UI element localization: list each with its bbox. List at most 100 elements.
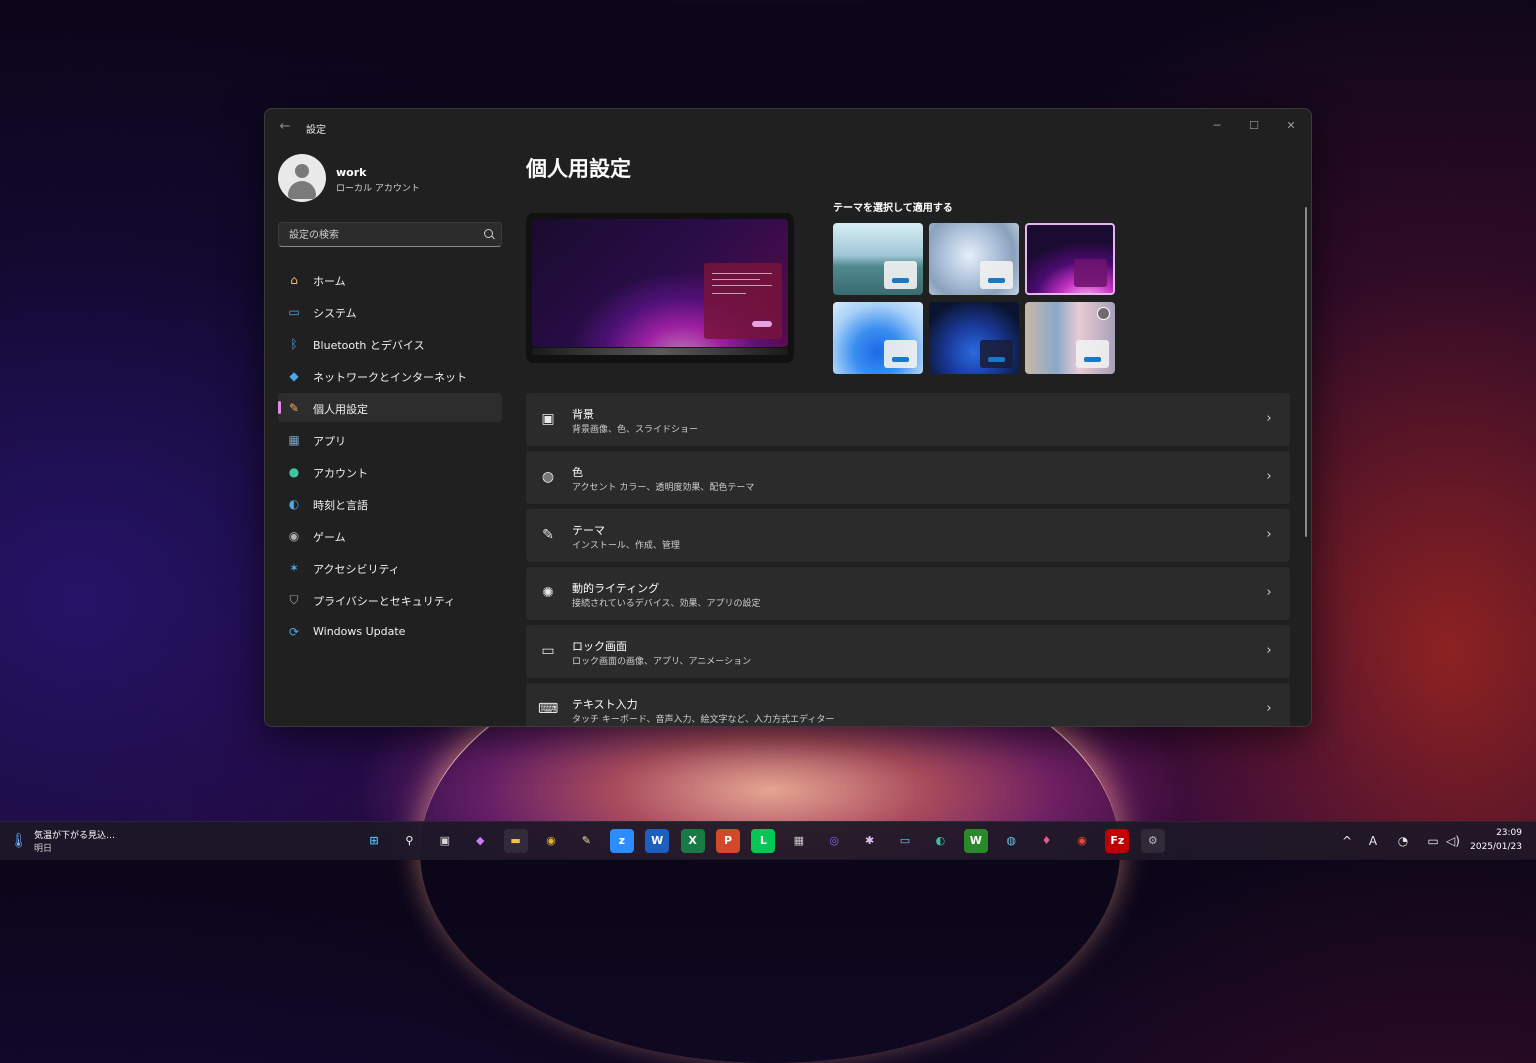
ime-icon[interactable]: A bbox=[1364, 831, 1382, 851]
shield-icon: ⛉ bbox=[289, 593, 299, 607]
sidebar-item-label: ネットワークとインターネット bbox=[313, 371, 467, 384]
notepad-icon[interactable]: ✎ bbox=[574, 829, 598, 853]
weather-widget-text[interactable]: 気温が下がる見込… bbox=[34, 828, 115, 841]
droplet-icon[interactable]: ♦ bbox=[1035, 829, 1059, 853]
powerpoint-icon[interactable]: P bbox=[716, 829, 740, 853]
theme-spotlight[interactable] bbox=[1025, 302, 1115, 374]
excel-icon[interactable]: X bbox=[680, 829, 705, 853]
sidebar-item[interactable]: ✎ 個人用設定 bbox=[278, 393, 502, 422]
network-icon[interactable]: ▭ bbox=[1424, 831, 1442, 851]
sidebar-item[interactable]: ⌂ ホーム bbox=[278, 265, 502, 294]
chevron-right-icon: › bbox=[1266, 643, 1272, 658]
messenger-icon[interactable]: ◎ bbox=[822, 829, 846, 853]
settings-row-title: 色 bbox=[572, 466, 583, 479]
settings-row-subtitle: インストール、作成、管理 bbox=[572, 541, 680, 551]
search-icon[interactable]: ⚲ bbox=[397, 829, 421, 853]
focus-icon[interactable]: ◔ bbox=[1394, 831, 1412, 851]
settings-search-box[interactable] bbox=[278, 222, 502, 247]
app-title: 設定 bbox=[306, 125, 326, 136]
search-input[interactable] bbox=[287, 227, 471, 244]
sidebar-item[interactable]: ● アカウント bbox=[278, 457, 502, 486]
chrome-alt-icon[interactable]: ◉ bbox=[1070, 829, 1094, 853]
settings-row-subtitle: タッチ キーボード、音声入力、絵文字など、入力方式エディター bbox=[572, 715, 835, 725]
weather-widget-subtext[interactable]: 明日 bbox=[34, 841, 52, 854]
settings-row[interactable]: ▣ 背景 背景画像、色、スライドショー › bbox=[526, 393, 1290, 446]
clock-time[interactable]: 23:09 bbox=[1496, 828, 1522, 838]
settings-row-subtitle: 接続されているデバイス、効果、アプリの設定 bbox=[572, 599, 761, 609]
image-icon: ▣ bbox=[541, 411, 555, 427]
edge-icon[interactable]: ◐ bbox=[928, 829, 952, 853]
theme-preview bbox=[526, 213, 794, 363]
account-type: ローカル アカウント bbox=[336, 184, 420, 194]
sidebar-item-label: アカウント bbox=[313, 467, 368, 480]
sidebar-nav: ⌂ ホーム ▭ システム ᛒ Bluetooth とデバイス ◆ ネットワークとインターネット… bbox=[278, 265, 502, 649]
clock-date[interactable]: 2025/01/23 bbox=[1470, 842, 1522, 852]
chevron-right-icon: › bbox=[1266, 701, 1272, 716]
scrollbar[interactable] bbox=[1305, 207, 1307, 537]
sidebar-item-label: プライバシーとセキュリティ bbox=[313, 595, 456, 608]
sidebar-item[interactable]: ▭ システム bbox=[278, 297, 502, 326]
theme-windows-light[interactable] bbox=[833, 302, 923, 374]
preview-accent-button bbox=[752, 321, 772, 327]
globe-icon[interactable]: ◍ bbox=[999, 829, 1023, 853]
system-icon: ▭ bbox=[288, 305, 300, 319]
sidebar-item[interactable]: ⟳ Windows Update bbox=[278, 617, 502, 646]
close-button[interactable]: ✕ bbox=[1276, 115, 1306, 137]
settings-row[interactable]: ⌨ テキスト入力タッチ キーボード、音声入力、絵文字など、入力方式エディター › bbox=[526, 683, 1290, 726]
themes-label: テーマを選択して適用する bbox=[833, 203, 953, 214]
avatar-person-icon bbox=[295, 164, 309, 178]
settings-row-title: ロック画面 bbox=[572, 640, 627, 653]
remote-desktop-icon[interactable]: ▭ bbox=[893, 829, 917, 853]
settings-gear-icon[interactable]: ⚙ bbox=[1140, 829, 1165, 853]
settings-row[interactable]: ◍ 色アクセント カラー、透明度効果、配色テーマ › bbox=[526, 451, 1290, 504]
sidebar-item[interactable]: ▦ アプリ bbox=[278, 425, 502, 454]
sidebar-item[interactable]: ◐ 時刻と言語 bbox=[278, 489, 502, 518]
sidebar-item-label: ホーム bbox=[313, 275, 346, 288]
sidebar-item-label: アクセシビリティ bbox=[313, 563, 400, 576]
show-hidden-icons-icon[interactable]: ^ bbox=[1338, 831, 1356, 851]
sidebar-item[interactable]: ᛒ Bluetooth とデバイス bbox=[278, 329, 502, 358]
copilot-icon[interactable]: ◆ bbox=[468, 829, 492, 853]
sidebar-item-label: アプリ bbox=[313, 435, 346, 448]
settings-row[interactable]: ▭ ロック画面ロック画面の画像、アプリ、アニメーション › bbox=[526, 625, 1290, 678]
theme-captured-motion[interactable] bbox=[929, 223, 1019, 295]
theme-windows-glow-dark[interactable] bbox=[1025, 223, 1115, 295]
sidebar-item[interactable]: ⛉ プライバシーとセキュリティ bbox=[278, 585, 502, 614]
gamepad-icon: ◉ bbox=[288, 529, 300, 543]
wifi-icon: ◆ bbox=[289, 369, 299, 383]
settings-row[interactable]: ✎ テーマ インストール、作成、管理 › bbox=[526, 509, 1290, 562]
theme-mini-window bbox=[884, 340, 917, 368]
apps-icon: ▦ bbox=[288, 433, 300, 447]
minimize-button[interactable]: ─ bbox=[1202, 115, 1232, 137]
accessibility-icon: ✶ bbox=[288, 561, 300, 575]
maximize-button[interactable]: ☐ bbox=[1239, 115, 1269, 137]
file-explorer-icon[interactable]: ▬ bbox=[503, 829, 528, 853]
volume-icon[interactable]: ◁) bbox=[1444, 831, 1462, 851]
search-icon[interactable] bbox=[484, 229, 493, 238]
back-arrow-icon[interactable]: ← bbox=[277, 119, 293, 135]
slack-icon[interactable]: ✱ bbox=[858, 829, 882, 853]
chrome-icon[interactable]: ◉ bbox=[539, 829, 563, 853]
sidebar-item[interactable]: ✶ アクセシビリティ bbox=[278, 553, 502, 582]
calculator-icon[interactable]: ▦ bbox=[787, 829, 811, 853]
zoom-icon[interactable]: z bbox=[609, 829, 634, 853]
sidebar-item[interactable]: ◆ ネットワークとインターネット bbox=[278, 361, 502, 390]
w-app-icon[interactable]: W bbox=[963, 829, 988, 853]
filezilla-icon[interactable]: Fz bbox=[1105, 829, 1130, 853]
sidebar-item-label: 個人用設定 bbox=[313, 403, 368, 416]
sidebar-item[interactable]: ◉ ゲーム bbox=[278, 521, 502, 550]
task-view-icon[interactable]: ▣ bbox=[433, 829, 457, 853]
settings-row-title: テキスト入力 bbox=[572, 698, 638, 711]
avatar[interactable] bbox=[278, 154, 326, 202]
keyboard-icon: ⌨ bbox=[538, 701, 559, 717]
settings-row[interactable]: ✺ 動的ライティング 接続されているデバイス、効果、アプリの設定 › bbox=[526, 567, 1290, 620]
theme-glow-lake[interactable] bbox=[833, 223, 923, 295]
word-icon[interactable]: W bbox=[645, 829, 670, 853]
preview-taskbar bbox=[532, 348, 788, 355]
line-icon[interactable]: L bbox=[751, 829, 776, 853]
thermometer-icon[interactable]: 🌡 bbox=[10, 831, 28, 851]
lock-screen-icon: ▭ bbox=[541, 643, 555, 659]
theme-windows-dark[interactable] bbox=[929, 302, 1019, 374]
settings-row-subtitle: ロック画面の画像、アプリ、アニメーション bbox=[572, 657, 752, 667]
start-icon[interactable]: ⊞ bbox=[362, 829, 386, 853]
